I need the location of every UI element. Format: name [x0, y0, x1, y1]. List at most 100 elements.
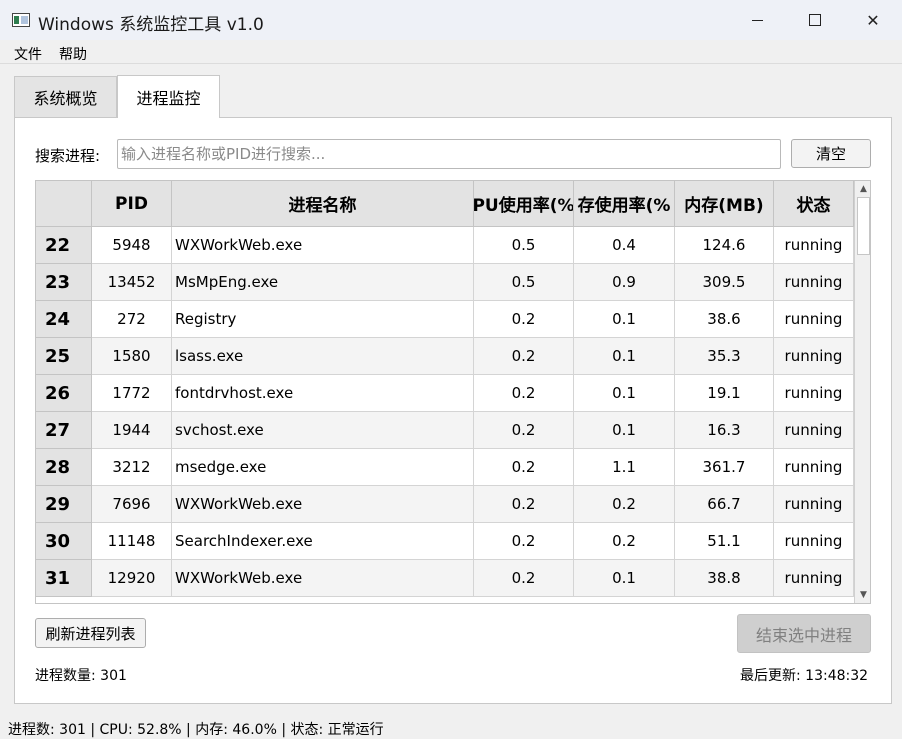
cell-cpu[interactable]: 0.2 [474, 338, 574, 375]
table-scrollbar[interactable]: ▲ ▼ [854, 181, 870, 603]
cell-status[interactable]: running [774, 301, 854, 338]
cell-mem-pct[interactable]: 0.1 [574, 301, 675, 338]
cell-mem-mb[interactable]: 51.1 [675, 523, 774, 560]
kill-selected-process-button[interactable]: 结束选中进程 [737, 614, 871, 653]
cell-status[interactable]: running [774, 523, 854, 560]
maximize-button[interactable] [786, 0, 844, 40]
cell-status[interactable]: running [774, 264, 854, 301]
cell-mem-mb[interactable]: 35.3 [675, 338, 774, 375]
close-button[interactable]: ✕ [844, 0, 902, 40]
row-header[interactable]: 28 [36, 449, 92, 486]
cell-mem-pct[interactable]: 0.1 [574, 338, 675, 375]
scroll-up-icon[interactable]: ▲ [855, 181, 870, 197]
column-header-cpu[interactable]: PU使用率(% [474, 181, 574, 227]
cell-pid[interactable]: 1944 [92, 412, 172, 449]
scroll-down-icon[interactable]: ▼ [855, 587, 870, 603]
column-header-mem-pct[interactable]: 存使用率(% [574, 181, 675, 227]
cell-status[interactable]: running [774, 412, 854, 449]
cell-mem-mb[interactable]: 16.3 [675, 412, 774, 449]
cell-pid[interactable]: 5948 [92, 227, 172, 264]
tab-process-monitor[interactable]: 进程监控 [117, 75, 220, 118]
table-row[interactable]: 30 11148 SearchIndexer.exe 0.2 0.2 51.1 runnin… [36, 523, 854, 560]
minimize-button[interactable] [728, 0, 786, 40]
cell-process-name[interactable]: Registry [172, 301, 474, 338]
cell-cpu[interactable]: 0.2 [474, 449, 574, 486]
cell-process-name[interactable]: msedge.exe [172, 449, 474, 486]
cell-status[interactable]: running [774, 375, 854, 412]
cell-status[interactable]: running [774, 338, 854, 375]
column-header-mem-mb[interactable]: 内存(MB) [675, 181, 774, 227]
table-row[interactable]: 24 272 Registry 0.2 0.1 38.6 running [36, 301, 854, 338]
cell-cpu[interactable]: 0.2 [474, 486, 574, 523]
cell-cpu[interactable]: 0.2 [474, 375, 574, 412]
cell-pid[interactable]: 13452 [92, 264, 172, 301]
cell-cpu[interactable]: 0.2 [474, 301, 574, 338]
cell-mem-pct[interactable]: 0.9 [574, 264, 675, 301]
table-row[interactable]: 23 13452 MsMpEng.exe 0.5 0.9 309.5 running [36, 264, 854, 301]
cell-cpu[interactable]: 0.2 [474, 412, 574, 449]
cell-process-name[interactable]: fontdrvhost.exe [172, 375, 474, 412]
clear-button[interactable]: 清空 [791, 139, 871, 168]
cell-cpu[interactable]: 0.2 [474, 523, 574, 560]
cell-mem-pct[interactable]: 0.4 [574, 227, 675, 264]
table-row[interactable]: 31 12920 WXWorkWeb.exe 0.2 0.1 38.8 running [36, 560, 854, 597]
cell-process-name[interactable]: WXWorkWeb.exe [172, 560, 474, 597]
cell-process-name[interactable]: WXWorkWeb.exe [172, 486, 474, 523]
row-header[interactable]: 22 [36, 227, 92, 264]
table-corner[interactable] [36, 181, 92, 227]
row-header[interactable]: 23 [36, 264, 92, 301]
row-header[interactable]: 25 [36, 338, 92, 375]
cell-process-name[interactable]: WXWorkWeb.exe [172, 227, 474, 264]
cell-pid[interactable]: 7696 [92, 486, 172, 523]
cell-mem-mb[interactable]: 66.7 [675, 486, 774, 523]
row-header[interactable]: 27 [36, 412, 92, 449]
cell-pid[interactable]: 272 [92, 301, 172, 338]
cell-mem-mb[interactable]: 38.8 [675, 560, 774, 597]
cell-cpu[interactable]: 0.2 [474, 560, 574, 597]
column-header-name[interactable]: 进程名称 [172, 181, 474, 227]
row-header[interactable]: 29 [36, 486, 92, 523]
cell-mem-mb[interactable]: 309.5 [675, 264, 774, 301]
cell-mem-mb[interactable]: 19.1 [675, 375, 774, 412]
cell-pid[interactable]: 11148 [92, 523, 172, 560]
cell-cpu[interactable]: 0.5 [474, 264, 574, 301]
scroll-thumb[interactable] [857, 197, 870, 255]
cell-mem-mb[interactable]: 124.6 [675, 227, 774, 264]
table-row[interactable]: 25 1580 lsass.exe 0.2 0.1 35.3 running [36, 338, 854, 375]
cell-pid[interactable]: 1580 [92, 338, 172, 375]
cell-mem-pct[interactable]: 1.1 [574, 449, 675, 486]
cell-mem-pct[interactable]: 0.1 [574, 412, 675, 449]
table-row[interactable]: 29 7696 WXWorkWeb.exe 0.2 0.2 66.7 running [36, 486, 854, 523]
cell-pid[interactable]: 3212 [92, 449, 172, 486]
cell-process-name[interactable]: SearchIndexer.exe [172, 523, 474, 560]
menu-help[interactable]: 帮助 [59, 44, 87, 64]
refresh-process-list-button[interactable]: 刷新进程列表 [35, 618, 146, 648]
row-header[interactable]: 30 [36, 523, 92, 560]
cell-status[interactable]: running [774, 486, 854, 523]
cell-status[interactable]: running [774, 227, 854, 264]
column-header-status[interactable]: 状态 [774, 181, 854, 227]
cell-mem-pct[interactable]: 0.1 [574, 375, 675, 412]
table-row[interactable]: 27 1944 svchost.exe 0.2 0.1 16.3 running [36, 412, 854, 449]
table-row[interactable]: 28 3212 msedge.exe 0.2 1.1 361.7 running [36, 449, 854, 486]
cell-process-name[interactable]: lsass.exe [172, 338, 474, 375]
row-header[interactable]: 24 [36, 301, 92, 338]
cell-cpu[interactable]: 0.5 [474, 227, 574, 264]
title-bar[interactable]: Windows 系统监控工具 v1.0 ✕ [0, 0, 902, 40]
cell-status[interactable]: running [774, 449, 854, 486]
cell-process-name[interactable]: svchost.exe [172, 412, 474, 449]
cell-mem-pct[interactable]: 0.1 [574, 560, 675, 597]
cell-process-name[interactable]: MsMpEng.exe [172, 264, 474, 301]
cell-pid[interactable]: 12920 [92, 560, 172, 597]
table-row[interactable]: 26 1772 fontdrvhost.exe 0.2 0.1 19.1 running [36, 375, 854, 412]
cell-mem-pct[interactable]: 0.2 [574, 486, 675, 523]
column-header-pid[interactable]: PID [92, 181, 172, 227]
tab-system-overview[interactable]: 系统概览 [14, 76, 117, 117]
cell-status[interactable]: running [774, 560, 854, 597]
menu-file[interactable]: 文件 [14, 44, 42, 64]
table-row[interactable]: 22 5948 WXWorkWeb.exe 0.5 0.4 124.6 running [36, 227, 854, 264]
cell-mem-mb[interactable]: 361.7 [675, 449, 774, 486]
cell-mem-pct[interactable]: 0.2 [574, 523, 675, 560]
search-input[interactable] [117, 139, 781, 169]
row-header[interactable]: 26 [36, 375, 92, 412]
